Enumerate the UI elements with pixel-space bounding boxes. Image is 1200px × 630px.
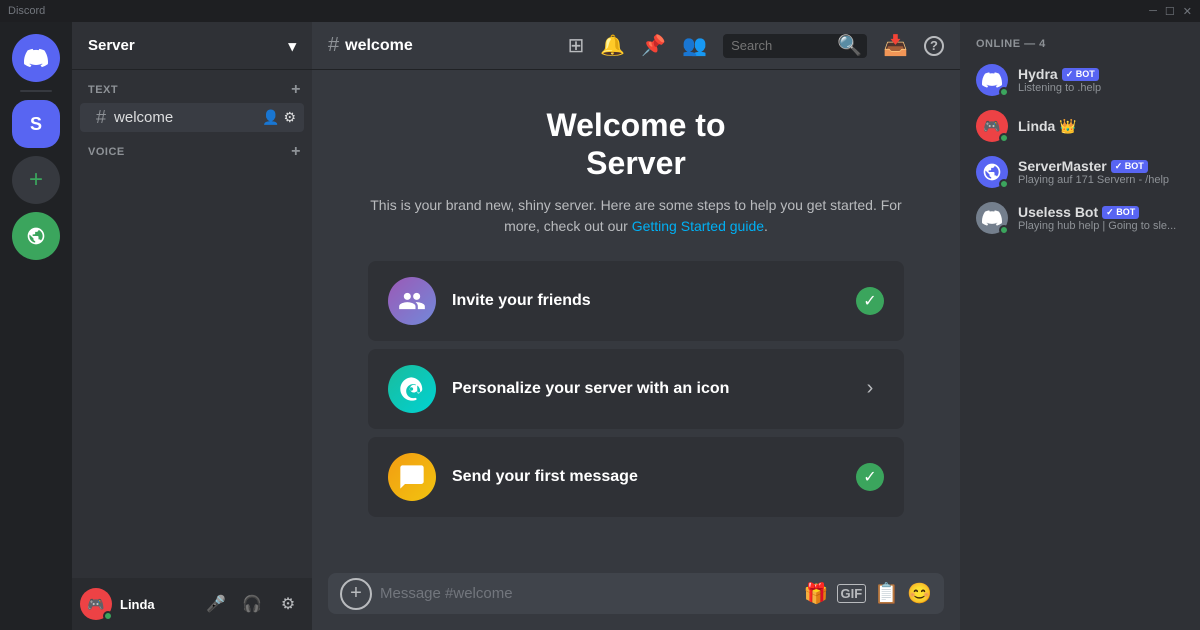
- message-check-icon: ✓: [856, 463, 884, 491]
- deafen-button[interactable]: 🎧: [236, 588, 268, 620]
- member-avatar-hydra: [976, 64, 1008, 96]
- message-card-label: Send your first message: [452, 468, 840, 486]
- personalize-card-status: ›: [856, 375, 884, 403]
- user-bar: 🎮 Linda 🎤 🎧 ⚙: [72, 578, 312, 630]
- message-card-icon: [388, 453, 436, 501]
- invite-card-label: Invite your friends: [452, 292, 840, 310]
- server-dropdown-icon: ▾: [288, 37, 296, 55]
- message-card-status: ✓: [856, 463, 884, 491]
- welcome-cards: Invite your friends ✓ Personalize your s…: [368, 261, 904, 517]
- user-settings-button[interactable]: ⚙: [272, 588, 304, 620]
- message-input-wrapper: + 🎁 GIF 📋 😊: [328, 573, 944, 614]
- header-icons: ⊞ 🔔 📌 👥 🔍 📥 ?: [568, 33, 944, 58]
- message-input-bar: + 🎁 GIF 📋 😊: [312, 573, 960, 630]
- member-status-servermaster: Playing auf 171 Servern - /help: [1018, 174, 1184, 186]
- member-status-uselessbot: Playing hub help | Going to sle...: [1018, 220, 1184, 232]
- window-controls: ─ ☐ ✕: [1149, 5, 1192, 18]
- invite-check-icon: ✓: [856, 287, 884, 315]
- search-box[interactable]: 🔍: [723, 34, 867, 58]
- server-name: Server: [88, 37, 135, 54]
- search-icon: 🔍: [837, 33, 862, 58]
- username-label: Linda: [120, 597, 192, 612]
- add-member-icon[interactable]: 👤: [262, 109, 279, 126]
- add-voice-channel-button[interactable]: +: [288, 144, 304, 160]
- invite-card[interactable]: Invite your friends ✓: [368, 261, 904, 341]
- member-info-linda: Linda 👑: [1018, 118, 1184, 135]
- mute-button[interactable]: 🎤: [200, 588, 232, 620]
- member-avatar-servermaster: [976, 156, 1008, 188]
- server-list: S +: [0, 22, 72, 630]
- personalize-chevron-icon: ›: [867, 377, 874, 400]
- online-header: ONLINE — 4: [968, 38, 1192, 50]
- invite-card-status: ✓: [856, 287, 884, 315]
- member-item-hydra[interactable]: Hydra ✓ BOT Listening to .help: [968, 58, 1192, 102]
- messages-area: Welcome to Server This is your brand new…: [312, 70, 960, 573]
- gif-icon[interactable]: GIF: [837, 584, 867, 603]
- member-info-hydra: Hydra ✓ BOT Listening to .help: [1018, 66, 1184, 94]
- category-voice[interactable]: VOICE +: [72, 140, 312, 164]
- channel-settings-icon[interactable]: ⚙: [283, 109, 296, 126]
- input-actions: 🎁 GIF 📋 😊: [804, 581, 932, 606]
- channel-sidebar: Server ▾ TEXT + # welcome 👤 ⚙ VOICE +: [72, 22, 312, 630]
- hash-icon: #: [96, 107, 106, 128]
- emoji-icon[interactable]: 😊: [907, 581, 932, 606]
- members-icon[interactable]: 👥: [682, 33, 707, 58]
- member-avatar-linda: 🎮: [976, 110, 1008, 142]
- attach-button[interactable]: +: [340, 578, 372, 610]
- bot-badge-hydra: ✓ BOT: [1062, 68, 1099, 81]
- welcome-section: Welcome to Server This is your brand new…: [328, 86, 944, 557]
- notifications-icon[interactable]: 🔔: [600, 33, 625, 58]
- member-info-uselessbot: Useless Bot ✓ BOT Playing hub help | Goi…: [1018, 204, 1184, 232]
- threads-icon[interactable]: ⊞: [568, 33, 585, 58]
- server-item-discord[interactable]: [12, 34, 60, 82]
- right-sidebar: ONLINE — 4 Hydra ✓ BOT Listening to .hel…: [960, 22, 1200, 630]
- personalize-card-icon: [388, 365, 436, 413]
- message-card[interactable]: Send your first message ✓: [368, 437, 904, 517]
- app-title: Discord: [8, 5, 1149, 17]
- personalize-card[interactable]: Personalize your server with an icon ›: [368, 349, 904, 429]
- inbox-icon[interactable]: 📥: [883, 33, 908, 58]
- member-info-servermaster: ServerMaster ✓ BOT Playing auf 171 Serve…: [1018, 158, 1184, 186]
- server-divider: [20, 90, 52, 92]
- server-header[interactable]: Server ▾: [72, 22, 312, 70]
- gift-icon[interactable]: 🎁: [804, 581, 829, 606]
- pin-icon[interactable]: 📌: [641, 33, 666, 58]
- server-item-explore[interactable]: [12, 212, 60, 260]
- member-avatar-uselessbot: [976, 202, 1008, 234]
- crown-icon-linda: 👑: [1059, 118, 1076, 135]
- channel-name-header: # welcome: [328, 34, 413, 57]
- server-item-s[interactable]: S: [12, 100, 60, 148]
- online-status-dot: [103, 611, 113, 621]
- main-content: # welcome ⊞ 🔔 📌 👥 🔍 📥 ? Welcom: [312, 22, 960, 630]
- member-status-hydra: Listening to .help: [1018, 82, 1184, 94]
- member-item-linda[interactable]: 🎮 Linda 👑: [968, 104, 1192, 148]
- invite-card-icon: [388, 277, 436, 325]
- sticker-icon[interactable]: 📋: [874, 581, 899, 606]
- message-input[interactable]: [380, 573, 796, 614]
- user-avatar[interactable]: 🎮: [80, 588, 112, 620]
- welcome-subtitle: This is your brand new, shiny server. He…: [368, 195, 904, 237]
- server-add-button[interactable]: +: [12, 156, 60, 204]
- personalize-card-label: Personalize your server with an icon: [452, 380, 840, 398]
- channel-item-welcome[interactable]: # welcome 👤 ⚙: [80, 103, 304, 132]
- bot-badge-servermaster: ✓ BOT: [1111, 160, 1148, 173]
- category-text[interactable]: TEXT +: [72, 78, 312, 102]
- channel-action-icons: 👤 ⚙: [262, 109, 296, 126]
- bot-badge-uselessbot: ✓ BOT: [1102, 206, 1139, 219]
- member-item-servermaster[interactable]: ServerMaster ✓ BOT Playing auf 171 Serve…: [968, 150, 1192, 194]
- add-text-channel-button[interactable]: +: [288, 82, 304, 98]
- welcome-title: Welcome to Server: [368, 106, 904, 183]
- user-actions: 🎤 🎧 ⚙: [200, 588, 304, 620]
- member-item-uselessbot[interactable]: Useless Bot ✓ BOT Playing hub help | Goi…: [968, 196, 1192, 240]
- getting-started-link[interactable]: Getting Started guide: [632, 218, 764, 234]
- help-icon[interactable]: ?: [924, 36, 944, 56]
- channel-header: # welcome ⊞ 🔔 📌 👥 🔍 📥 ?: [312, 22, 960, 70]
- channel-hash-icon: #: [328, 34, 339, 57]
- search-input[interactable]: [731, 38, 831, 53]
- channel-list: TEXT + # welcome 👤 ⚙ VOICE +: [72, 70, 312, 578]
